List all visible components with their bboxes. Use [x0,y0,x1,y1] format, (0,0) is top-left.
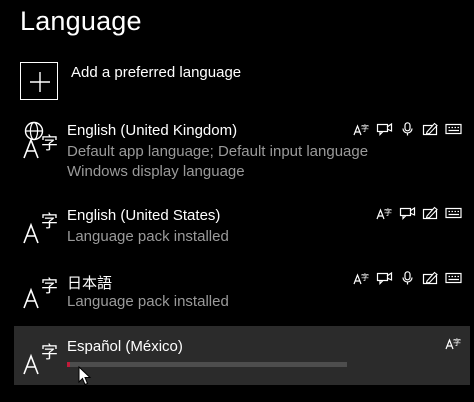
page-title: Language [20,6,142,36]
language-features: 字 [445,336,462,350]
language-icon: 字 [23,212,58,244]
language-features: 字 [353,122,462,136]
text-to-speech-icon: 字 [353,271,370,285]
microphone-icon [399,271,416,285]
language-icon: 字 [23,343,58,375]
language-item-ja[interactable]: 字 日本語 Language pack installed 字 [14,265,470,320]
handwriting-icon [422,206,439,220]
language-features: 字 [376,206,462,220]
svg-text:字: 字 [361,123,369,133]
svg-text:字: 字 [41,277,58,297]
svg-text:字: 字 [453,337,461,347]
add-language-label: Add a preferred language [71,64,242,81]
text-to-speech-icon: 字 [376,206,393,220]
language-status-2: Windows display language [67,163,245,180]
download-progress-bar [67,362,347,367]
language-name: English (United States) [67,207,221,224]
download-progress-fill [67,362,70,367]
handwriting-icon [422,122,439,136]
language-icon: 字 [23,277,58,309]
language-name: English (United Kingdom) [67,122,238,139]
svg-text:字: 字 [41,134,58,154]
speech-icon [376,271,393,285]
language-status: Language pack installed [67,293,229,310]
add-language-button[interactable]: Add a preferred language [20,62,440,104]
svg-text:字: 字 [361,272,369,282]
language-status: Default app language; Default input lang… [67,143,369,160]
keyboard-icon [445,206,462,220]
language-item-en-us[interactable]: 字 English (United States) Language pack … [14,200,470,255]
svg-text:字: 字 [41,343,58,363]
text-to-speech-icon: 字 [445,336,462,350]
text-to-speech-icon: 字 [353,122,370,136]
language-status: Language pack installed [67,228,229,245]
plus-icon [20,62,58,100]
svg-text:字: 字 [384,207,392,217]
speech-icon [376,122,393,136]
mouse-cursor-icon [78,366,92,386]
handwriting-icon [422,271,439,285]
speech-icon [399,206,416,220]
keyboard-icon [445,122,462,136]
microphone-icon [399,122,416,136]
language-item-en-gb[interactable]: 字 English (United Kingdom) Default app l… [14,115,470,185]
language-globe-icon: 字 [23,121,58,159]
language-name: Español (México) [67,338,183,355]
language-name: 日本語 [67,275,113,292]
language-features: 字 [353,271,462,285]
svg-text:字: 字 [41,212,58,232]
keyboard-icon [445,271,462,285]
